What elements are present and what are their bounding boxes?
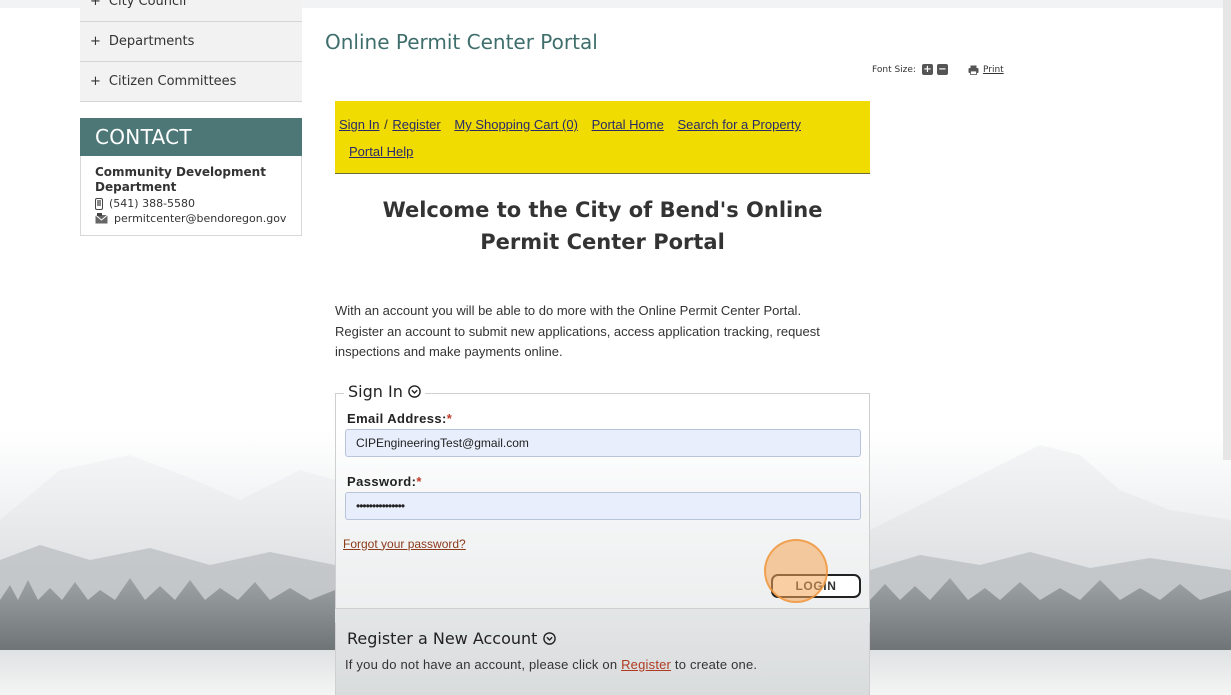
font-size-tools: Font Size: + − Print [872,64,1004,75]
collapse-chevron-icon[interactable] [408,384,421,398]
contact-email-row[interactable]: permitcenter@bendoregon.gov [95,212,287,225]
register-heading-label: Register a New Account [347,629,538,648]
nav-cart-link[interactable]: My Shopping Cart (0) [454,117,578,132]
login-button[interactable]: LOGIN [771,573,861,598]
contact-phone: (541) 388-5580 [109,197,196,210]
sidebar-item-citizen-committees[interactable]: + Citizen Committees [80,62,302,102]
phone-icon [95,197,103,210]
register-heading[interactable]: Register a New Account [347,629,557,648]
intro-text: With an account you will be able to do m… [335,303,820,359]
contact-heading: CONTACT [80,118,302,156]
contact-phone-row: (541) 388-5580 [95,197,287,210]
contact-card: Community Development Department (541) 3… [80,156,302,236]
expand-icon: + [90,34,101,49]
register-instructions: If you do not have an account, please cl… [345,657,757,672]
font-size-label: Font Size: [872,64,916,75]
email-field[interactable]: CIPEngineeringTest@gmail.com [345,428,861,457]
required-marker: * [416,473,422,489]
register-section: Register a New Account If you do not hav… [335,623,870,695]
mail-icon [95,213,108,224]
sign-in-legend-label: Sign In [348,381,403,401]
sidebar-item-label: Departments [108,34,195,49]
print-link[interactable]: Print [968,65,1004,75]
password-label: Password:* [347,474,422,489]
nav-portal-help-link[interactable]: Portal Help [349,144,413,159]
nav-search-property-link[interactable]: Search for a Property [677,117,801,132]
portal-nav-bar: Sign In / Register My Shopping Cart (0) … [335,101,870,174]
welcome-title: Welcome to the City of Bend's Online Per… [382,198,823,254]
welcome-panel: Welcome to the City of Bend's Online Per… [335,174,870,289]
collapse-chevron-icon[interactable] [543,632,557,645]
contact-email[interactable]: permitcenter@bendoregon.gov [114,212,286,225]
scrollbar[interactable] [1223,0,1231,460]
nav-sign-in-link[interactable]: Sign In [339,117,379,132]
email-label-text: Email Address: [347,410,447,426]
sign-in-legend[interactable]: Sign In [344,381,425,401]
main-content: Sign In / Register My Shopping Cart (0) … [335,101,870,609]
nav-separator: / [380,117,392,132]
register-text-after: to create one. [674,657,758,672]
sidebar: + City Council + Departments + Citizen C… [80,0,302,236]
register-link[interactable]: Register [621,657,671,672]
page-title: Online Permit Center Portal [325,30,598,54]
email-label: Email Address:* [347,411,452,426]
sidebar-item-label: City Council [108,0,187,9]
sidebar-item-city-council[interactable]: + City Council [80,0,302,22]
sidebar-item-label: Citizen Committees [108,74,237,89]
font-decrease-icon[interactable]: − [936,64,948,75]
required-marker: * [446,410,453,426]
sidebar-item-departments[interactable]: + Departments [80,22,302,62]
expand-icon: + [90,0,101,9]
nav-register-link[interactable]: Register [392,117,440,132]
password-label-text: Password: [347,473,417,489]
contact-department: Community Development Department [95,165,266,194]
sign-in-fieldset: Sign In Email Address:* CIPEngineeringTe… [335,381,870,609]
font-increase-icon[interactable]: + [921,64,933,75]
register-text-before: If you do not have an account, please cl… [345,657,618,672]
printer-icon [968,65,979,75]
password-field[interactable]: ••••••••••••••• [345,491,861,520]
print-label[interactable]: Print [983,65,1004,75]
nav-portal-home-link[interactable]: Portal Home [592,117,664,132]
forgot-password-link[interactable]: Forgot your password? [343,537,466,551]
expand-icon: + [90,74,101,89]
